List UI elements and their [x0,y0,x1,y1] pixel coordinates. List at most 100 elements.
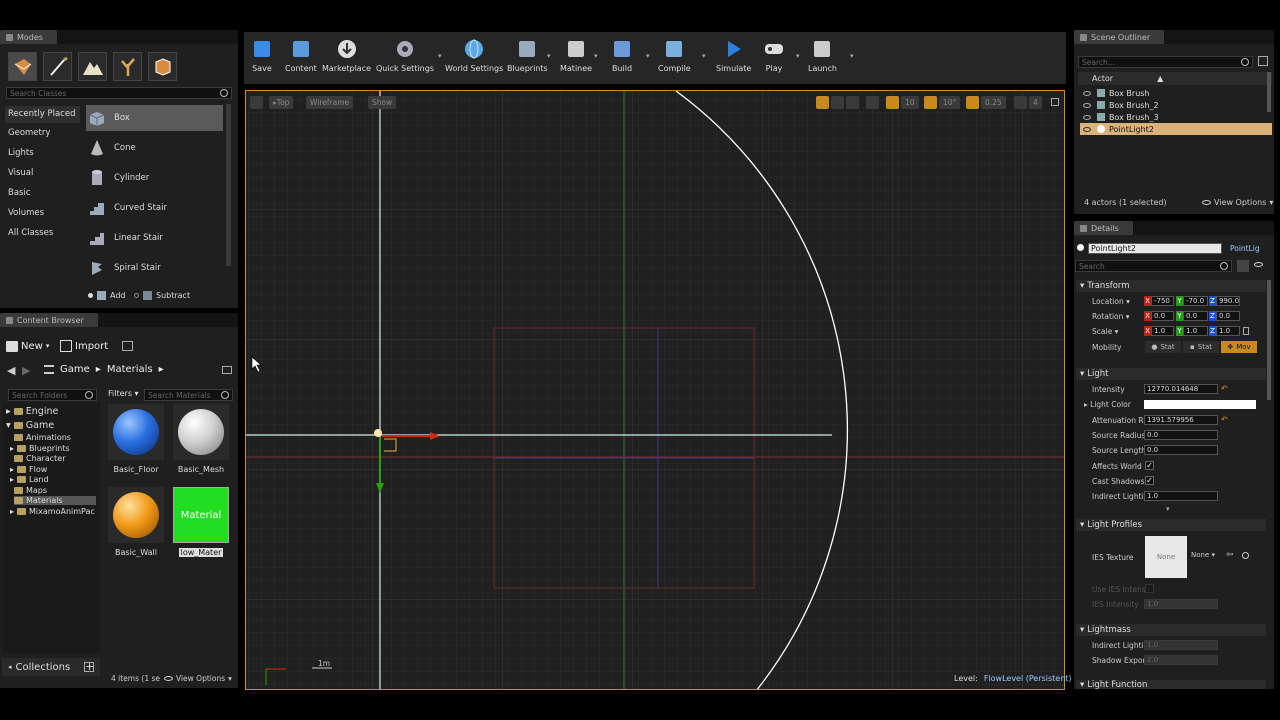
visibility-eye-icon[interactable] [1083,114,1091,120]
category-lights[interactable]: Lights [8,148,34,158]
scale-y-input[interactable]: 1.0 [1183,326,1208,336]
scale-x-input[interactable]: 1.0 [1151,326,1174,336]
breadcrumb-game[interactable]: Game [60,364,90,375]
outliner-search-input[interactable]: Search... [1078,56,1253,68]
toolbar-quick-settings-button[interactable]: Quick Settings [376,38,434,78]
asset-basic-wall[interactable]: Basic_Wall [108,487,164,557]
folder-mixamo[interactable]: ▸ MixamoAnimPac [10,507,95,516]
folder-land[interactable]: ▸ Land [10,475,49,484]
category-visual[interactable]: Visual [8,168,33,178]
import-button[interactable]: Import [60,338,108,354]
light-function-section-header[interactable]: ▾ Light Function [1076,680,1266,689]
details-tab[interactable]: Details [1074,221,1133,235]
toolbar-dropdown-chevron-icon[interactable]: ▾ [594,52,598,60]
source-length-input[interactable]: 0.0 [1144,445,1218,455]
save-all-icon[interactable] [122,341,133,351]
folder-materials[interactable]: Materials [14,496,96,505]
category-all-classes[interactable]: All Classes [8,228,53,238]
scale-snap-value[interactable]: 0.25 [981,96,1006,109]
translate-tool-icon[interactable] [816,96,829,109]
folder-engine[interactable]: ▸ Engine [6,406,58,417]
folder-blueprints[interactable]: ▸ Blueprints [10,444,70,453]
scale-tool-icon[interactable] [846,96,859,109]
outliner-scrollbar[interactable] [1267,72,1271,112]
geometry-item-cone[interactable]: Cone [86,135,223,161]
browse-search-icon[interactable] [1242,552,1249,559]
transform-section-header[interactable]: ▾ Transform [1076,280,1266,292]
toolbar-matinee-button[interactable]: Matinee [560,38,592,78]
folder-game[interactable]: ▾ Game [6,420,54,431]
toolbar-simulate-button[interactable]: Simulate [716,38,751,78]
view-mode-button[interactable]: Wireframe [306,96,354,109]
outliner-row-box-brush-3[interactable]: Box Brush_3 [1080,111,1272,123]
location-z-input[interactable]: 990.0 [1216,296,1240,306]
property-matrix-icon[interactable] [1237,260,1249,272]
light-section-header[interactable]: ▾ Light [1076,368,1266,380]
modes-scrollbar[interactable] [226,104,231,266]
location-label[interactable]: Location ▾ [1092,297,1130,306]
show-button[interactable]: Show [368,96,397,109]
shadow-exponent-input[interactable]: 2.0 [1144,655,1218,665]
foliage-mode-button[interactable] [113,52,142,81]
toolbar-launch-button[interactable]: Launch [808,38,837,78]
viewport-menu-icon[interactable] [250,96,263,109]
visibility-eye-icon[interactable] [1083,90,1091,96]
camera-speed-value[interactable]: 4 [1029,96,1042,109]
category-geometry[interactable]: Geometry [8,128,50,138]
details-view-options-icon[interactable] [1254,262,1263,267]
content-browser-tab[interactable]: Content Browser [0,313,98,327]
geometry-item-cylinder[interactable]: Cylinder [86,165,223,191]
category-recently-placed[interactable]: Recently Placed [5,106,80,123]
asset-basic-floor[interactable]: Basic_Floor [108,404,164,474]
outliner-row-box-brush[interactable]: Box Brush [1080,87,1272,99]
light-color-swatch[interactable] [1144,400,1256,409]
geometry-item-linear-stair[interactable]: Linear Stair [86,225,223,251]
scale-snap-icon[interactable] [966,96,979,109]
add-collection-icon[interactable]: + [84,661,94,672]
toolbar-blueprints-button[interactable]: Blueprints [507,38,548,78]
scale-z-input[interactable]: 1.0 [1216,326,1240,336]
location-y-input[interactable]: -70.0 [1183,296,1208,306]
folder-search-input[interactable]: Search Folders [8,389,97,401]
category-volumes[interactable]: Volumes [8,208,44,218]
rotation-snap-icon[interactable] [924,96,937,109]
toolbar-content-button[interactable]: Content [285,38,317,78]
toolbar-dropdown-chevron-icon[interactable]: ▾ [796,52,800,60]
details-scrollbar[interactable] [1267,280,1271,400]
use-selected-arrow-icon[interactable]: ⇦ [1226,550,1234,560]
reset-to-default-icon[interactable]: ↶ [1221,384,1228,393]
affects-world-checkbox[interactable]: ✓ [1145,461,1154,470]
mobility-static-button[interactable]: ● Stat [1145,341,1181,353]
place-mode-button[interactable] [8,52,37,81]
rotation-y-input[interactable]: 0.0 [1183,311,1208,321]
outliner-tab[interactable]: Scene Outliner [1074,30,1165,44]
visibility-eye-icon[interactable] [1083,126,1091,132]
toolbar-compile-button[interactable]: Compile [658,38,691,78]
brush-subtract-radio[interactable]: Subtract [134,291,190,300]
back-arrow-icon[interactable]: ◀ [7,364,15,377]
landscape-mode-button[interactable] [78,52,107,81]
view-type-button[interactable]: ▸ Top [269,96,294,109]
cb-view-options-button[interactable]: View Options ▾ [164,674,232,683]
mobility-stationary-button[interactable]: ▪ Stat [1183,341,1219,353]
ies-texture-thumbnail[interactable]: None [1145,536,1187,578]
lightmass-section-header[interactable]: ▾ Lightmass [1076,624,1266,636]
camera-speed-icon[interactable] [1014,96,1027,109]
indirect-lighting-input[interactable]: 1.0 [1144,491,1218,501]
toolbar-dropdown-chevron-icon[interactable]: ▾ [547,52,551,60]
mobility-movable-button[interactable]: ✥ Mov [1221,341,1257,353]
breadcrumb-materials[interactable]: Materials [107,364,153,375]
scale-label[interactable]: Scale ▾ [1092,327,1118,336]
folder-animations[interactable]: Animations [14,433,71,442]
toolbar-dropdown-chevron-icon[interactable]: ▾ [646,52,650,60]
point-light-sprite-icon[interactable] [374,429,382,437]
toolbar-marketplace-button[interactable]: Marketplace [322,38,371,78]
asset-basic-mesh[interactable]: Basic_Mesh [173,404,229,474]
source-radius-input[interactable]: 0.0 [1144,430,1218,440]
lock-icon[interactable] [1243,327,1249,335]
ies-texture-dropdown[interactable]: None ▾ [1191,551,1215,559]
geometry-item-box[interactable]: Box [86,105,223,131]
rotation-label[interactable]: Rotation ▾ [1092,312,1130,321]
outliner-row-pointlight2[interactable]: PointLight2 [1080,123,1272,135]
grid-snap-icon[interactable] [886,96,899,109]
